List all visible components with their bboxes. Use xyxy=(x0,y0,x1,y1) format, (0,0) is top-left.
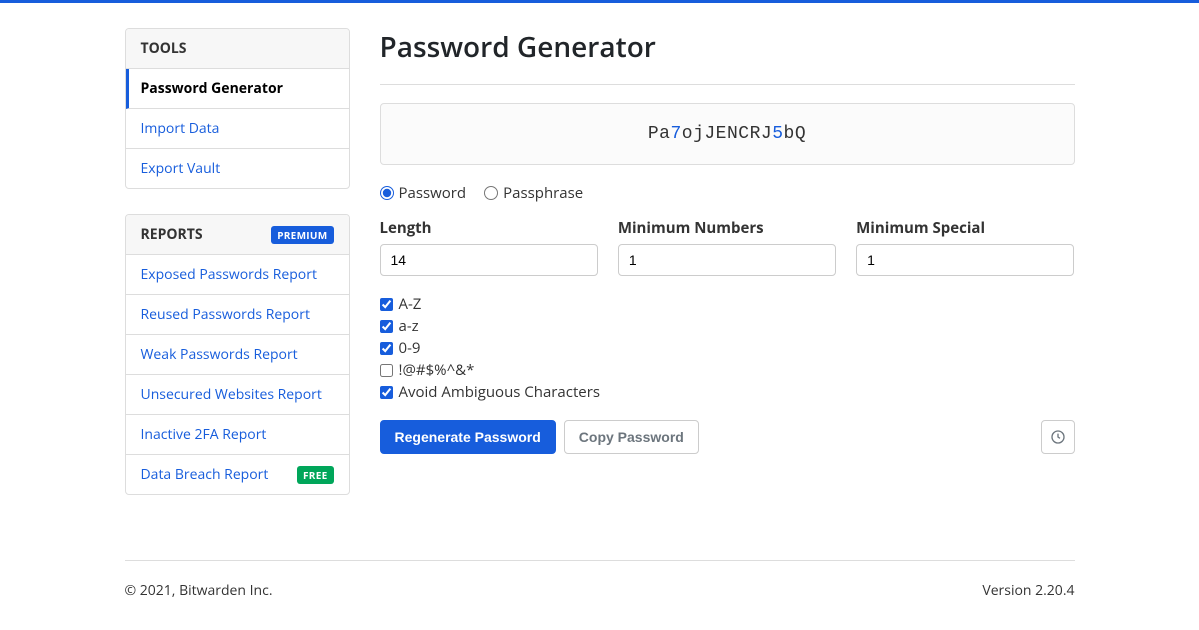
action-row: Regenerate Password Copy Password xyxy=(380,420,1075,454)
reports-header-label: REPORTS xyxy=(141,225,203,244)
tools-header: TOOLS xyxy=(126,29,349,69)
check-lower[interactable] xyxy=(380,320,393,333)
page-title: Password Generator xyxy=(380,28,1075,66)
footer-version: Version 2.20.4 xyxy=(982,581,1074,600)
check-upper-label[interactable]: A-Z xyxy=(380,294,1075,314)
tools-header-label: TOOLS xyxy=(141,39,187,58)
premium-badge: PREMIUM xyxy=(271,226,333,244)
min-special-field-group: Minimum Special xyxy=(856,218,1074,276)
check-upper[interactable] xyxy=(380,298,393,311)
min-numbers-input[interactable] xyxy=(618,244,836,276)
reports-header: REPORTS PREMIUM xyxy=(126,215,349,255)
sidebar-item-export-vault[interactable]: Export Vault xyxy=(126,149,349,188)
radio-password-label[interactable]: Password xyxy=(380,183,467,203)
length-label: Length xyxy=(380,218,598,238)
check-ambiguous[interactable] xyxy=(380,386,393,399)
history-button[interactable] xyxy=(1041,420,1075,454)
min-numbers-field-group: Minimum Numbers xyxy=(618,218,836,276)
footer: © 2021, Bitwarden Inc. Version 2.20.4 xyxy=(125,560,1075,630)
check-numbers[interactable] xyxy=(380,342,393,355)
check-special-label[interactable]: !@#$%^&* xyxy=(380,360,1075,380)
check-ambiguous-label[interactable]: Avoid Ambiguous Characters xyxy=(380,382,1075,402)
type-radio-group: Password Passphrase xyxy=(380,183,1075,203)
length-field-group: Length xyxy=(380,218,598,276)
min-special-input[interactable] xyxy=(856,244,1074,276)
check-special[interactable] xyxy=(380,364,393,377)
sidebar-item-unsecured-websites[interactable]: Unsecured Websites Report xyxy=(126,375,349,415)
character-options: A-Z a-z 0-9 !@#$%^&* Avoid Ambiguous Cha… xyxy=(380,294,1075,402)
check-lower-label[interactable]: a-z xyxy=(380,316,1075,336)
radio-password[interactable] xyxy=(380,186,394,200)
min-numbers-label: Minimum Numbers xyxy=(618,218,836,238)
tools-card: TOOLS Password Generator Import Data Exp… xyxy=(125,28,350,189)
history-icon xyxy=(1050,429,1066,445)
copy-button[interactable]: Copy Password xyxy=(564,420,699,454)
sidebar: TOOLS Password Generator Import Data Exp… xyxy=(125,28,350,520)
free-badge: FREE xyxy=(297,466,334,484)
sidebar-item-weak-passwords[interactable]: Weak Passwords Report xyxy=(126,335,349,375)
sidebar-item-reused-passwords[interactable]: Reused Passwords Report xyxy=(126,295,349,335)
generated-password-display: Pa7ojJENCRJ5bQ xyxy=(380,103,1075,165)
sidebar-item-import-data[interactable]: Import Data xyxy=(126,109,349,149)
footer-copyright: © 2021, Bitwarden Inc. xyxy=(125,581,273,600)
numeric-options-row: Length Minimum Numbers Minimum Special xyxy=(380,218,1075,276)
sidebar-item-exposed-passwords[interactable]: Exposed Passwords Report xyxy=(126,255,349,295)
length-input[interactable] xyxy=(380,244,598,276)
min-special-label: Minimum Special xyxy=(856,218,1074,238)
title-separator xyxy=(380,84,1075,85)
regenerate-button[interactable]: Regenerate Password xyxy=(380,420,556,454)
sidebar-item-password-generator[interactable]: Password Generator xyxy=(126,69,349,109)
sidebar-item-inactive-2fa[interactable]: Inactive 2FA Report xyxy=(126,415,349,455)
radio-passphrase-label[interactable]: Passphrase xyxy=(484,183,583,203)
main-content: Password Generator Pa7ojJENCRJ5bQ Passwo… xyxy=(380,28,1075,520)
sidebar-item-data-breach[interactable]: Data Breach Report FREE xyxy=(126,455,349,494)
reports-card: REPORTS PREMIUM Exposed Passwords Report… xyxy=(125,214,350,495)
radio-passphrase[interactable] xyxy=(484,186,498,200)
check-numbers-label[interactable]: 0-9 xyxy=(380,338,1075,358)
